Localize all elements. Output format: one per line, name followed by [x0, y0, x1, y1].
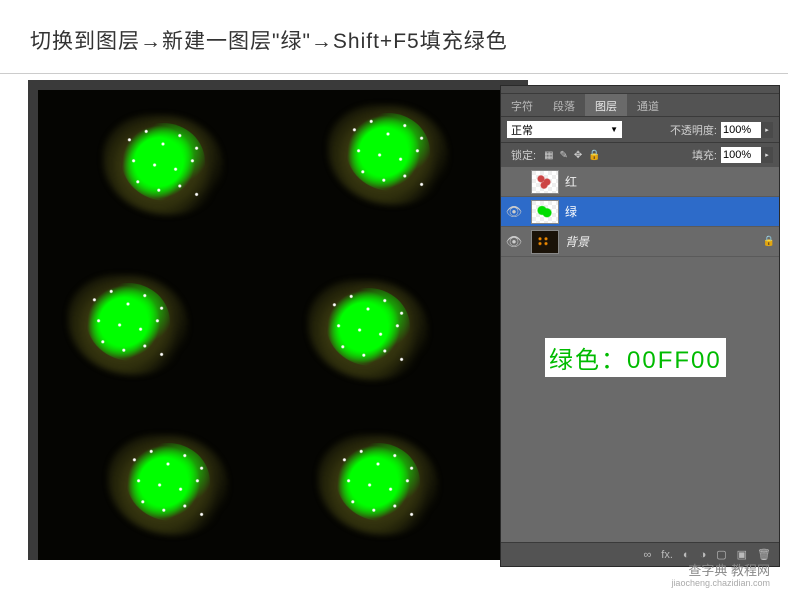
- blend-opacity-row: 正常 ▼ 不透明度: 100% ▸: [501, 116, 779, 142]
- visibility-toggle-green[interactable]: 👁: [501, 204, 527, 220]
- lock-icons-group: ▦ ✎ ✥ 🔒: [544, 150, 601, 161]
- layer-thumb-bg[interactable]: [531, 230, 559, 254]
- layer-thumb-red[interactable]: [531, 170, 559, 194]
- flame-selection-2[interactable]: [318, 95, 458, 215]
- opacity-label: 不透明度:: [670, 122, 717, 138]
- lock-label: 锁定:: [511, 147, 536, 163]
- link-layers-icon[interactable]: ∞: [643, 549, 651, 561]
- layer-row-green[interactable]: 👁 绿: [501, 197, 779, 227]
- instruction-text: 切换到图层→新建一图层"绿"→Shift+F5填充绿色: [0, 0, 788, 70]
- opacity-input[interactable]: 100%: [721, 122, 761, 138]
- chevron-down-icon: ▼: [610, 125, 618, 134]
- lock-transparent-icon[interactable]: ▦: [544, 150, 553, 161]
- fx-icon[interactable]: fx.: [661, 549, 673, 561]
- flame-selection-6[interactable]: [308, 425, 448, 545]
- fill-input[interactable]: 100%: [721, 147, 761, 163]
- flame-selection-3[interactable]: [58, 265, 198, 385]
- blend-mode-dropdown[interactable]: 正常 ▼: [507, 121, 622, 138]
- group-icon[interactable]: ▢: [716, 548, 726, 561]
- layer-name-red[interactable]: 红: [563, 173, 759, 190]
- tab-character[interactable]: 字符: [501, 94, 543, 116]
- panel-tabs: 字符 段落 图层 通道: [501, 94, 779, 116]
- flame-selection-4[interactable]: [298, 270, 438, 390]
- watermark-sub: jiaocheng.chazidian.com: [671, 578, 770, 589]
- fill-label: 填充:: [692, 147, 717, 163]
- lock-fill-row: 锁定: ▦ ✎ ✥ 🔒 填充: 100% ▸: [501, 142, 779, 167]
- adjustment-icon[interactable]: ◑: [700, 549, 707, 561]
- visibility-toggle-bg[interactable]: 👁: [501, 234, 527, 250]
- blend-mode-value: 正常: [511, 122, 533, 138]
- watermark: 查字典 教程网 jiaocheng.chazidian.com: [671, 563, 770, 589]
- layer-row-background[interactable]: 👁 背景 🔒: [501, 227, 779, 257]
- lock-all-icon[interactable]: 🔒: [588, 150, 600, 161]
- fill-flyout-icon[interactable]: ▸: [761, 147, 773, 163]
- lock-indicator-bg: 🔒: [759, 236, 779, 247]
- flame-selection-5[interactable]: [98, 425, 238, 545]
- lock-position-icon[interactable]: ✥: [574, 150, 582, 161]
- layer-thumb-green[interactable]: [531, 200, 559, 224]
- layer-name-green[interactable]: 绿: [563, 203, 759, 220]
- flame-selection-1[interactable]: [93, 105, 233, 225]
- opacity-flyout-icon[interactable]: ▸: [761, 122, 773, 138]
- layers-empty-area[interactable]: [501, 257, 779, 542]
- new-layer-icon[interactable]: ▣: [737, 548, 747, 561]
- tab-paragraph[interactable]: 段落: [543, 94, 585, 116]
- tab-channels[interactable]: 通道: [627, 94, 669, 116]
- separator: [0, 73, 788, 74]
- tab-layers[interactable]: 图层: [585, 94, 627, 116]
- layers-panel: 字符 段落 图层 通道 正常 ▼ 不透明度: 100% ▸ 锁定: ▦ ✎ ✥ …: [500, 85, 780, 567]
- layer-name-bg[interactable]: 背景: [563, 233, 759, 250]
- color-code-note: 绿色：00FF00: [545, 338, 726, 377]
- canvas[interactable]: [28, 80, 528, 560]
- trash-icon[interactable]: 🗑: [757, 548, 771, 561]
- panel-grip[interactable]: [501, 86, 779, 94]
- watermark-main: 查字典 教程网: [671, 563, 770, 579]
- lock-pixels-icon[interactable]: ✎: [560, 150, 568, 161]
- layer-row-red[interactable]: 红: [501, 167, 779, 197]
- mask-icon[interactable]: ◐: [683, 549, 690, 561]
